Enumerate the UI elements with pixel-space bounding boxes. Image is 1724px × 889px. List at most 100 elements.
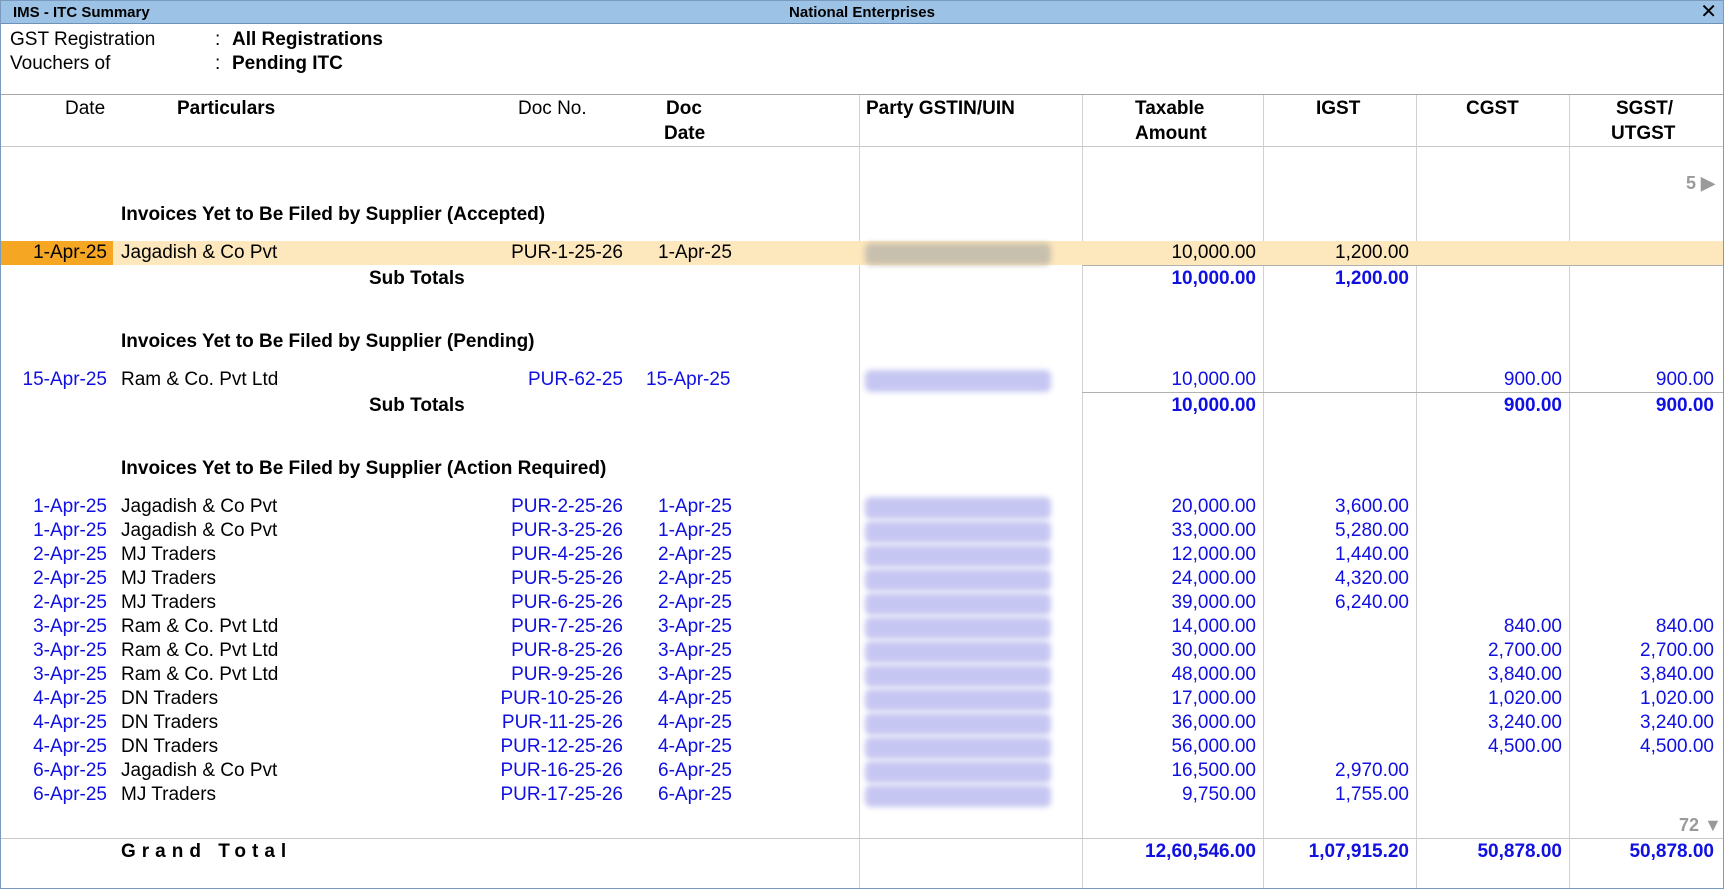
vouchers-of-value[interactable]: Pending ITC [232, 53, 343, 75]
col-taxable-line2: Amount [1135, 123, 1207, 144]
row-party: MJ Traders [121, 544, 217, 565]
row-sgst: 4,500.00 [1640, 736, 1714, 757]
col-cgst: CGST [1466, 98, 1519, 119]
gst-registration-value[interactable]: All Registrations [232, 29, 383, 51]
row-igst: 6,240.00 [1335, 592, 1409, 613]
col-taxable-line1: Taxable [1135, 98, 1205, 119]
row-taxable: 14,000.00 [1171, 616, 1256, 637]
row-party: DN Traders [121, 736, 219, 757]
row-taxable: 10,000.00 [1171, 369, 1256, 390]
row-doc-no: PUR-12-25-26 [500, 736, 624, 757]
taxable-column-divider [1082, 95, 1083, 888]
col-party-gstin: Party GSTIN/UIN [866, 98, 1015, 119]
row-party: MJ Traders [121, 568, 217, 589]
row-doc-date: 1-Apr-25 [658, 496, 732, 517]
subtotal-igst: 1,200.00 [1335, 268, 1409, 289]
row-taxable: 16,500.00 [1171, 760, 1256, 781]
row-date: 4-Apr-25 [33, 736, 107, 757]
grand-total-cgst: 50,878.00 [1477, 841, 1562, 862]
row-taxable: 39,000.00 [1171, 592, 1256, 613]
row-doc-no: PUR-2-25-26 [511, 496, 623, 517]
row-date: 3-Apr-25 [33, 616, 107, 637]
row-doc-no: PUR-17-25-26 [500, 784, 624, 805]
row-doc-date: 1-Apr-25 [658, 242, 732, 263]
row-date: 6-Apr-25 [33, 760, 107, 781]
subtotal-cgst: 900.00 [1503, 395, 1562, 416]
row-doc-date: 15-Apr-25 [646, 369, 731, 390]
header-divider [1, 94, 1723, 95]
row-sgst: 3,240.00 [1640, 712, 1714, 733]
col-igst: IGST [1316, 98, 1361, 119]
gstin-redacted [865, 370, 1051, 392]
row-taxable: 20,000.00 [1171, 496, 1256, 517]
row-date: 1-Apr-25 [33, 242, 107, 263]
col-doc-no: Doc No. [518, 98, 587, 119]
grand-total-igst: 1,07,915.20 [1308, 841, 1409, 862]
cgst-column-divider [1416, 95, 1417, 888]
close-icon[interactable]: ✕ [1700, 1, 1717, 23]
row-doc-date: 2-Apr-25 [658, 568, 732, 589]
row-doc-date: 6-Apr-25 [658, 784, 732, 805]
scroll-right-indicator[interactable]: 5 ▶ [1686, 173, 1715, 194]
company-name: National Enterprises [789, 4, 935, 21]
row-sgst: 2,700.00 [1640, 640, 1714, 661]
row-doc-no: PUR-5-25-26 [511, 568, 623, 589]
row-doc-date: 2-Apr-25 [658, 544, 732, 565]
scroll-down-indicator[interactable]: 72 ▼ [1679, 815, 1722, 836]
row-doc-date: 3-Apr-25 [658, 664, 732, 685]
gstin-redacted [865, 569, 1051, 591]
row-doc-no: PUR-7-25-26 [511, 616, 623, 637]
row-party: Ram & Co. Pvt Ltd [121, 369, 279, 390]
row-cgst: 3,840.00 [1488, 664, 1562, 685]
row-doc-no: PUR-6-25-26 [511, 592, 623, 613]
subtotal-label: Sub Totals [369, 395, 465, 416]
row-date: 2-Apr-25 [33, 544, 107, 565]
row-party: Jagadish & Co Pvt [121, 496, 278, 517]
grand-total-taxable: 12,60,546.00 [1145, 841, 1256, 862]
row-party: MJ Traders [121, 592, 217, 613]
vouchers-of-label: Vouchers of [10, 53, 111, 74]
row-date: 4-Apr-25 [33, 712, 107, 733]
subtotal-rule [1082, 392, 1723, 393]
row-taxable: 30,000.00 [1171, 640, 1256, 661]
row-doc-date: 4-Apr-25 [658, 736, 732, 757]
row-date: 1-Apr-25 [33, 520, 107, 541]
row-doc-date: 4-Apr-25 [658, 712, 732, 733]
row-igst: 4,320.00 [1335, 568, 1409, 589]
row-party: Jagadish & Co Pvt [121, 520, 278, 541]
gst-registration-colon: : [215, 29, 221, 50]
col-sgst-line1: SGST/ [1616, 98, 1674, 119]
row-taxable: 12,000.00 [1171, 544, 1256, 565]
row-cgst: 900.00 [1503, 369, 1562, 390]
gstin-redacted [865, 521, 1051, 543]
row-date: 15-Apr-25 [22, 369, 108, 390]
row-doc-date: 3-Apr-25 [658, 616, 732, 637]
row-taxable: 48,000.00 [1171, 664, 1256, 685]
row-sgst: 3,840.00 [1640, 664, 1714, 685]
row-date: 4-Apr-25 [33, 688, 107, 709]
gstin-redacted [865, 713, 1051, 735]
col-particulars: Particulars [177, 98, 276, 119]
row-cgst: 4,500.00 [1488, 736, 1562, 757]
gstin-redacted [865, 665, 1051, 687]
row-doc-no: PUR-9-25-26 [511, 664, 623, 685]
row-date: 6-Apr-25 [33, 784, 107, 805]
row-doc-no: PUR-4-25-26 [511, 544, 623, 565]
row-date: 3-Apr-25 [33, 664, 107, 685]
row-igst: 1,200.00 [1335, 242, 1409, 263]
gstin-redacted [865, 761, 1051, 783]
subtotal-label: Sub Totals [369, 268, 465, 289]
row-doc-no: PUR-8-25-26 [511, 640, 623, 661]
sgst-column-divider [1569, 95, 1570, 888]
gstin-redacted [865, 545, 1051, 567]
row-doc-no: PUR-16-25-26 [500, 760, 624, 781]
row-party: Ram & Co. Pvt Ltd [121, 640, 279, 661]
row-taxable: 9,750.00 [1182, 784, 1256, 805]
grand-total-sgst: 50,878.00 [1629, 841, 1714, 862]
section-title-pending: Invoices Yet to Be Filed by Supplier (Pe… [121, 331, 535, 352]
gstin-redacted [865, 641, 1051, 663]
row-taxable: 33,000.00 [1171, 520, 1256, 541]
row-taxable: 56,000.00 [1171, 736, 1256, 757]
gstin-redacted [865, 593, 1051, 615]
row-date: 3-Apr-25 [33, 640, 107, 661]
